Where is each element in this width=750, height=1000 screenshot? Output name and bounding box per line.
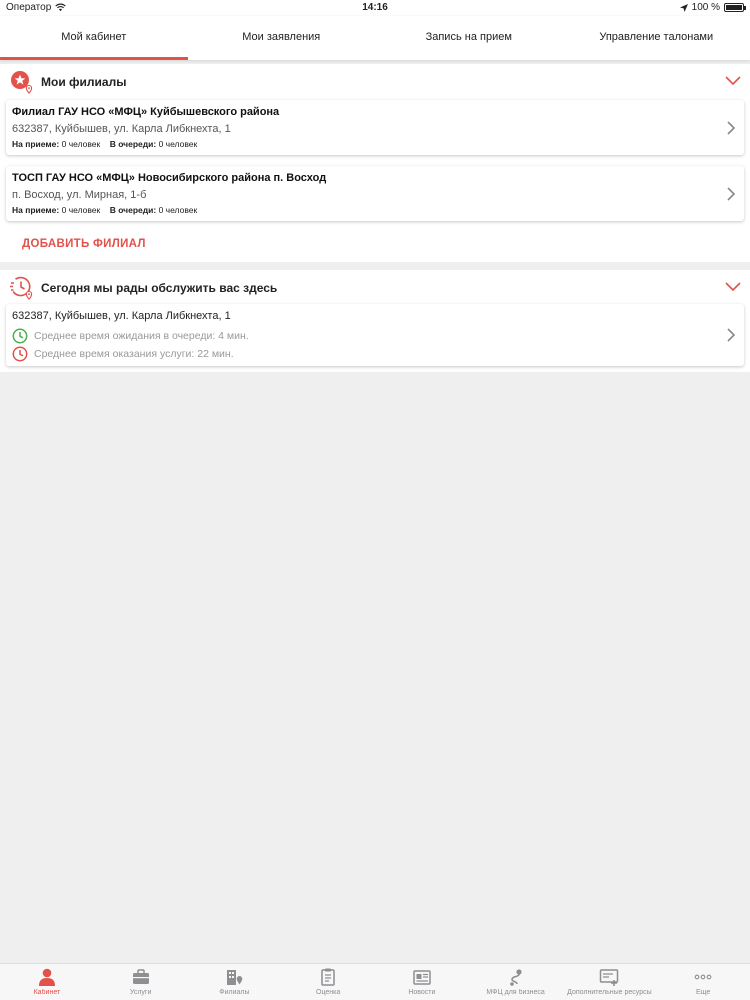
branch-name: ТОСП ГАУ НСО «МФЦ» Новосибирского района…: [12, 172, 327, 184]
reception-value: 0 человек: [61, 139, 101, 149]
queue-label: В очереди:: [109, 139, 157, 149]
more-icon: [694, 974, 712, 980]
nav-label: Филиалы: [219, 989, 250, 996]
my-branches-title: Мои филиалы: [41, 75, 127, 89]
today-branch-card[interactable]: 632387, Куйбышев, ул. Карла Либкнехта, 1…: [6, 304, 744, 366]
clipboard-icon: [321, 968, 335, 986]
add-branch-button[interactable]: ДОБАВИТЬ ФИЛИАЛ: [22, 238, 146, 250]
person-icon: [38, 968, 55, 986]
nav-rating[interactable]: Оценка: [281, 964, 375, 1000]
chevron-right-icon: [727, 328, 736, 342]
chevron-right-icon: [727, 186, 736, 201]
location-arrow-icon: [679, 3, 688, 12]
nav-label: Кабинет: [33, 989, 61, 996]
clock-pin-icon: [10, 276, 33, 300]
nav-label: Еще: [696, 989, 711, 996]
queue-value: 0 человек: [158, 205, 198, 215]
nav-cabinet[interactable]: Кабинет: [0, 964, 94, 1000]
tab-ticket-management[interactable]: Управление талонами: [563, 16, 750, 60]
branch-card[interactable]: ТОСП ГАУ НСО «МФЦ» Новосибирского района…: [6, 166, 744, 221]
queue-label: В очереди:: [109, 205, 157, 215]
wait-time-row: Среднее время ожидания в очереди: 4 мин.: [12, 328, 249, 344]
battery-icon: [724, 3, 746, 12]
chevron-right-icon: [727, 120, 736, 135]
wait-time-text: Среднее время ожидания в очереди: 4 мин.: [34, 330, 249, 342]
building-pin-icon: [227, 970, 243, 985]
status-bar: Оператор 14:16 100 %: [0, 0, 750, 16]
resources-icon: [600, 969, 619, 986]
clock-icon: [12, 346, 28, 362]
reception-label: На приеме:: [12, 205, 60, 215]
nav-label: Дополнительные ресурсы: [567, 989, 652, 996]
nav-label: Оценка: [316, 989, 341, 996]
today-section: Сегодня мы рады обслужить вас здесь 6323…: [0, 270, 750, 372]
top-tabs: Мой кабинет Мои заявления Запись на прие…: [0, 16, 750, 60]
chevron-down-icon[interactable]: [724, 72, 742, 90]
branch-stats: На приеме: 0 человек В очереди: 0 челове…: [12, 205, 197, 215]
tab-my-cabinet[interactable]: Мой кабинет: [0, 16, 188, 60]
service-time-text: Среднее время оказания услуги: 22 мин.: [34, 348, 234, 360]
my-branches-header[interactable]: Мои филиалы: [0, 64, 750, 102]
chevron-down-icon[interactable]: [724, 278, 742, 296]
star-pin-icon: [11, 71, 33, 94]
nav-news[interactable]: Новости: [375, 964, 469, 1000]
clock: 14:16: [362, 2, 388, 13]
today-title: Сегодня мы рады обслужить вас здесь: [41, 281, 278, 295]
reception-value: 0 человек: [61, 205, 101, 215]
today-header[interactable]: Сегодня мы рады обслужить вас здесь: [0, 270, 750, 308]
nav-branches[interactable]: Филиалы: [188, 964, 282, 1000]
nav-resources[interactable]: Дополнительные ресурсы: [563, 964, 657, 1000]
newspaper-icon: [413, 970, 431, 985]
nav-business[interactable]: МФЦ для бизнеса: [469, 964, 563, 1000]
nav-more[interactable]: Еще: [656, 964, 750, 1000]
branch-address: 632387, Куйбышев, ул. Карла Либкнехта, 1: [12, 123, 231, 135]
service-time-row: Среднее время оказания услуги: 22 мин.: [12, 346, 234, 362]
clock-icon: [12, 328, 28, 344]
today-address: 632387, Куйбышев, ул. Карла Либкнехта, 1: [12, 310, 231, 322]
bottom-tab-bar: Кабинет Услуги Филиалы Оценка Новости МФ…: [0, 963, 750, 1000]
reception-label: На приеме:: [12, 139, 60, 149]
tab-appointment[interactable]: Запись на прием: [375, 16, 563, 60]
tab-my-applications[interactable]: Мои заявления: [188, 16, 376, 60]
my-branches-section: Мои филиалы Филиал ГАУ НСО «МФЦ» Куйбыше…: [0, 64, 750, 262]
branch-stats: На приеме: 0 человек В очереди: 0 челове…: [12, 139, 197, 149]
briefcase-icon: [132, 969, 149, 984]
branch-name: Филиал ГАУ НСО «МФЦ» Куйбышевского район…: [12, 106, 280, 118]
queue-value: 0 человек: [158, 139, 198, 149]
branch-card[interactable]: Филиал ГАУ НСО «МФЦ» Куйбышевского район…: [6, 100, 744, 155]
nav-label: МФЦ для бизнеса: [486, 989, 545, 996]
nav-label: Новости: [408, 989, 436, 996]
nav-services[interactable]: Услуги: [94, 964, 188, 1000]
battery-percent: 100 %: [691, 2, 720, 13]
nav-label: Услуги: [129, 989, 152, 996]
route-icon: [509, 969, 522, 986]
branch-address: п. Восход, ул. Мирная, 1-б: [12, 189, 147, 201]
